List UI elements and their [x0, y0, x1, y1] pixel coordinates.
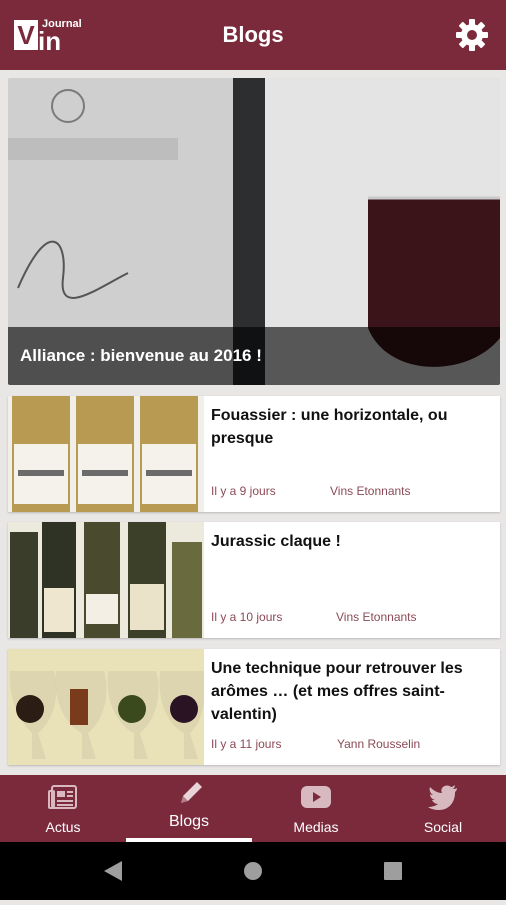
- article-date: Il y a 11 jours: [211, 737, 282, 751]
- back-icon[interactable]: [104, 861, 122, 881]
- twitter-icon: [428, 785, 457, 810]
- article-card[interactable]: Une technique pour retrouver les arômes …: [8, 649, 500, 765]
- article-title: Une technique pour retrouver les arômes …: [211, 660, 463, 723]
- recents-icon[interactable]: [384, 862, 402, 880]
- article-card[interactable]: Jurassic claque ! Il y a 10 jours Vins E…: [8, 522, 500, 638]
- article-card[interactable]: Fouassier : une horizontale, ou presque …: [8, 396, 500, 512]
- article-title: Fouassier : une horizontale, ou presque: [211, 407, 448, 447]
- article-thumbnail: [8, 649, 204, 765]
- page-title: Blogs: [222, 22, 284, 47]
- youtube-icon: [301, 786, 331, 808]
- article-thumbnail: [8, 522, 204, 638]
- article-date: Il y a 9 jours: [211, 484, 276, 498]
- article-title: Jurassic claque !: [211, 533, 341, 550]
- app-bar: V Journal in Blogs: [0, 0, 506, 70]
- article-author: Vins Etonnants: [330, 484, 411, 498]
- system-nav-icons: [104, 861, 402, 881]
- bottom-navigation: Actus Blogs Medias Social: [0, 775, 506, 842]
- nav-label: Actus: [45, 819, 81, 835]
- nav-label: Blogs: [168, 813, 210, 830]
- article-author: Vins Etonnants: [336, 610, 417, 624]
- featured-title: Alliance : bienvenue au 2016 !: [20, 346, 262, 365]
- nav-item-social[interactable]: Social: [380, 775, 506, 842]
- system-navigation-bar: [0, 842, 506, 900]
- article-thumbnail: [8, 396, 204, 512]
- blog-feed[interactable]: Alliance : bienvenue au 2016 ! Fouassier…: [0, 70, 506, 775]
- featured-article[interactable]: Alliance : bienvenue au 2016 !: [8, 78, 500, 385]
- nav-label: Medias: [293, 819, 339, 835]
- nav-item-actus[interactable]: Actus: [0, 775, 126, 842]
- home-icon[interactable]: [244, 862, 262, 880]
- pencil-icon: [181, 782, 202, 803]
- article-date: Il y a 10 jours: [211, 610, 283, 624]
- article-author: Yann Rousselin: [337, 737, 421, 751]
- nav-item-blogs[interactable]: Blogs: [126, 775, 252, 842]
- newspaper-icon: [48, 785, 77, 809]
- gear-icon[interactable]: [454, 17, 490, 53]
- nav-item-medias[interactable]: Medias: [253, 775, 379, 842]
- nav-label: Social: [423, 819, 463, 835]
